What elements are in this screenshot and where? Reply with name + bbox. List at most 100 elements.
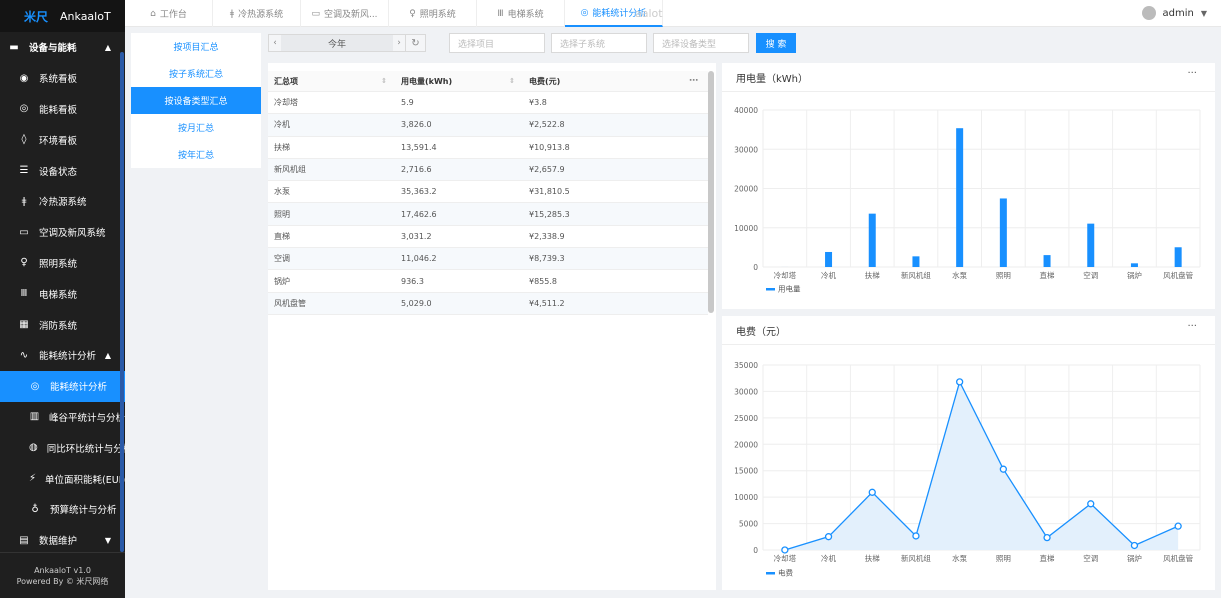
tab-1[interactable]: ǂ 冷热源系统 bbox=[213, 0, 301, 27]
sidebar-item-0[interactable]: ▬ 设备与能耗 ▲ bbox=[0, 32, 125, 63]
subnav-item-4[interactable]: 按年汇总 bbox=[131, 141, 261, 168]
tab-0[interactable]: ⌂ 工作台 bbox=[125, 0, 213, 27]
table-row[interactable]: 冷却塔 5.9 ¥3.8 bbox=[268, 92, 708, 115]
table-row[interactable]: 锅炉 936.3 ¥855.8 bbox=[268, 270, 708, 293]
bar bbox=[1043, 255, 1051, 267]
sidebar-item-label: 空调及新风系统 bbox=[39, 228, 106, 240]
x-tick-label: 照明 bbox=[996, 271, 1011, 280]
table-row[interactable]: 水泵 35,363.2 ¥31,810.5 bbox=[268, 181, 708, 204]
table-cell-cost: ¥2,657.9 bbox=[529, 165, 565, 175]
tab-3[interactable]: ♀ 照明系统 bbox=[389, 0, 477, 27]
sidebar-item-13[interactable]: ◍ 同比环比统计与分析 bbox=[0, 432, 125, 463]
summary-table-panel: 汇总项 ⇕ 用电量(kWh) ⇕ 电费(元) ⋯ 冷却塔 5.9 ¥3.8 冷机 3,8… bbox=[268, 63, 716, 590]
sort-icon[interactable]: ⇕ bbox=[381, 77, 387, 85]
table-cell-cost: ¥3.8 bbox=[529, 98, 547, 108]
tab-icon: ǂ bbox=[229, 8, 235, 19]
subnav-item-0[interactable]: 按项目汇总 bbox=[131, 33, 261, 60]
sidebar-item-12[interactable]: ▥ 峰谷平统计与分析 bbox=[0, 402, 125, 433]
x-tick-label: 水泵 bbox=[952, 270, 967, 280]
tab-label: 照明系统 bbox=[419, 10, 456, 20]
summary-subnav: 按项目汇总 按子系统汇总 按设备类型汇总 按月汇总 按年汇总 bbox=[131, 33, 261, 168]
period-next-button[interactable]: › bbox=[393, 35, 405, 51]
tab-4[interactable]: Ⅲ 电梯系统 bbox=[477, 0, 565, 27]
user-menu[interactable]: admin ▼ bbox=[1141, 6, 1207, 20]
x-tick-label: 照明 bbox=[996, 554, 1011, 563]
table-body: 冷却塔 5.9 ¥3.8 冷机 3,826.0 ¥2,522.8 扶梯 13,591.4 ¥10… bbox=[268, 92, 708, 315]
table-cell-name: 冷却塔 bbox=[274, 98, 298, 108]
sidebar-item-7[interactable]: ♀ 照明系统 bbox=[0, 248, 125, 279]
refresh-icon[interactable]: ↻ bbox=[405, 35, 425, 51]
sidebar-item-8[interactable]: Ⅲ 电梯系统 bbox=[0, 278, 125, 309]
table-cell-name: 空调 bbox=[274, 254, 290, 264]
y-tick-label: 30000 bbox=[734, 387, 758, 396]
menu-icon: ▦ bbox=[19, 319, 29, 331]
y-tick-label: 10000 bbox=[734, 224, 758, 233]
x-tick-label: 锅炉 bbox=[1127, 270, 1142, 280]
sidebar-item-label: 系统看板 bbox=[39, 74, 78, 86]
table-cell-cost: ¥855.8 bbox=[529, 276, 557, 286]
logo[interactable]: 米尺 AnkaaloT bbox=[0, 0, 125, 32]
menu-icon: ▥ bbox=[29, 411, 40, 423]
sidebar-item-10[interactable]: ∿ 能耗统计分析 ▲ bbox=[0, 340, 125, 371]
x-tick-label: 冷却塔 bbox=[774, 270, 797, 280]
table-row[interactable]: 冷机 3,826.0 ¥2,522.8 bbox=[268, 114, 708, 137]
table-scrollbar[interactable] bbox=[708, 71, 714, 313]
sidebar-item-label: 能耗统计分析 bbox=[50, 382, 108, 394]
menu-icon: ☰ bbox=[19, 165, 29, 177]
subsystem-select[interactable]: 选择子系统 bbox=[551, 33, 647, 53]
sidebar: 米尺 AnkaaloT ▬ 设备与能耗 ▲ ◉ 系统看板 ◎ 能耗看板 ◊ 环境看板 ☰ 设备状态 ǂ… bbox=[0, 0, 125, 598]
table-row[interactable]: 扶梯 13,591.4 ¥10,913.8 bbox=[268, 137, 708, 159]
summary-table: 汇总项 ⇕ 用电量(kWh) ⇕ 电费(元) ⋯ 冷却塔 5.9 ¥3.8 冷机 3,8… bbox=[268, 71, 708, 315]
sidebar-item-9[interactable]: ▦ 消防系统 bbox=[0, 309, 125, 340]
y-tick-label: 10000 bbox=[734, 493, 758, 502]
tab-label: 电梯系统 bbox=[507, 10, 544, 20]
table-cell-name: 水泵 bbox=[274, 187, 290, 197]
table-cell-kwh: 17,462.6 bbox=[401, 209, 437, 219]
sidebar-item-16[interactable]: ▤ 数据维护 ▼ bbox=[0, 525, 125, 556]
column-header-kwh[interactable]: 用电量(kWh) ⇕ bbox=[395, 71, 523, 91]
data-point bbox=[1087, 500, 1095, 508]
menu-icon: ♁ bbox=[31, 503, 39, 515]
sidebar-item-label: 消防系统 bbox=[39, 320, 78, 332]
column-header-cost[interactable]: 电费(元) ⋯ bbox=[523, 71, 708, 91]
sidebar-item-3[interactable]: ◊ 环境看板 bbox=[0, 124, 125, 155]
sidebar-item-4[interactable]: ☰ 设备状态 bbox=[0, 155, 125, 186]
sidebar-item-15[interactable]: ♁ 预算统计与分析 bbox=[0, 494, 125, 525]
sidebar-item-5[interactable]: ǂ 冷热源系统 bbox=[0, 186, 125, 217]
tab-icon: Ⅲ bbox=[497, 8, 504, 19]
y-tick-label: 35000 bbox=[734, 361, 758, 370]
table-cell-name: 照明 bbox=[274, 209, 290, 219]
menu-icon: ▭ bbox=[19, 226, 29, 238]
sidebar-item-label: 设备状态 bbox=[39, 166, 78, 178]
y-tick-label: 25000 bbox=[734, 414, 758, 423]
sidebar-item-6[interactable]: ▭ 空调及新风系统 bbox=[0, 217, 125, 248]
device-type-select[interactable]: 选择设备类型 bbox=[653, 33, 749, 53]
tab-icon: ▭ bbox=[311, 8, 320, 19]
sidebar-item-11[interactable]: ◎ 能耗统计分析 bbox=[0, 370, 125, 402]
sidebar-item-1[interactable]: ◉ 系统看板 bbox=[0, 63, 125, 94]
table-row[interactable]: 新风机组 2,716.6 ¥2,657.9 bbox=[268, 158, 708, 182]
table-row[interactable]: 照明 17,462.6 ¥15,285.3 bbox=[268, 203, 708, 226]
sort-icon[interactable]: ⇕ bbox=[509, 77, 515, 85]
table-row[interactable]: 直梯 3,031.2 ¥2,338.9 bbox=[268, 226, 708, 249]
subnav-item-2[interactable]: 按设备类型汇总 bbox=[131, 87, 261, 114]
table-row[interactable]: 风机盘管 5,029.0 ¥4,511.2 bbox=[268, 292, 708, 315]
sidebar-scrollbar[interactable] bbox=[120, 52, 124, 552]
column-header-item[interactable]: 汇总项 ⇕ bbox=[268, 71, 395, 91]
tab-label: 冷热源系统 bbox=[238, 10, 284, 20]
menu-icon: ⚡ bbox=[29, 473, 37, 485]
period-value[interactable]: 今年 bbox=[281, 35, 393, 51]
cost-chart-panel: 电费（元） ··· 0 5000 10000 15000 20000 25000 30000… bbox=[722, 316, 1215, 590]
y-tick-label: 40000 bbox=[734, 106, 758, 115]
sidebar-item-14[interactable]: ⚡ 单位面积能耗(EUI) bbox=[0, 463, 125, 494]
subnav-item-1[interactable]: 按子系统汇总 bbox=[131, 60, 261, 87]
table-row[interactable]: 空调 11,046.2 ¥8,739.3 bbox=[268, 248, 708, 271]
subnav-item-3[interactable]: 按月汇总 bbox=[131, 114, 261, 141]
legend-swatch bbox=[766, 572, 775, 575]
period-prev-button[interactable]: ‹ bbox=[269, 35, 281, 51]
sidebar-item-2[interactable]: ◎ 能耗看板 bbox=[0, 94, 125, 125]
more-icon[interactable]: ⋯ bbox=[689, 76, 698, 86]
search-button[interactable]: 搜 索 bbox=[756, 33, 796, 53]
project-select[interactable]: 选择项目 bbox=[449, 33, 545, 53]
tab-2[interactable]: ▭ 空调及新风... bbox=[301, 0, 389, 27]
